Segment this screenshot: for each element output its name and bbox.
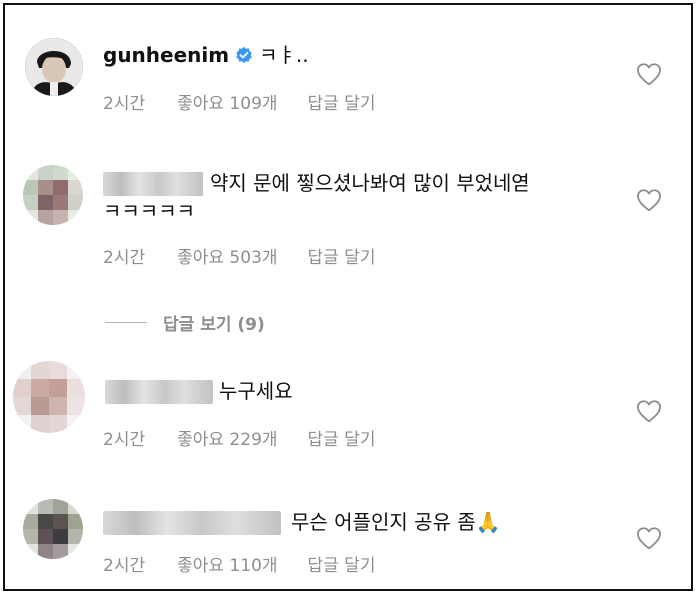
comment-line: gunheenim ㅋㅑ.. [103, 41, 309, 71]
timestamp[interactable]: 2시간 [103, 425, 145, 450]
avatar[interactable] [25, 38, 83, 96]
view-replies-button[interactable]: 답글 보기 (9) [105, 310, 265, 335]
likes-count[interactable]: 좋아요 503개 [177, 243, 277, 268]
avatar[interactable] [23, 165, 83, 225]
comment-text: 약지 문에 찧으셨나봐여 많이 부었네엳 [210, 171, 530, 195]
username[interactable] [103, 511, 281, 535]
likes-count[interactable]: 좋아요 109개 [177, 89, 277, 114]
likes-count[interactable]: 좋아요 229개 [177, 425, 277, 450]
reply-button[interactable]: 답글 달기 [308, 425, 376, 450]
comment-text: ㅋㅑ.. [259, 43, 309, 67]
comment-meta: 2시간 좋아요 110개 답글 달기 [103, 551, 376, 576]
timestamp[interactable]: 2시간 [103, 243, 145, 268]
heart-outline-icon[interactable] [636, 399, 662, 423]
reply-button[interactable]: 답글 달기 [308, 551, 376, 576]
timestamp[interactable]: 2시간 [103, 89, 145, 114]
username[interactable] [105, 380, 213, 404]
divider-line [105, 322, 147, 323]
comment-meta: 2시간 좋아요 229개 답글 달기 [103, 425, 376, 450]
avatar[interactable] [23, 499, 83, 559]
verified-badge-icon [235, 43, 253, 71]
username[interactable] [103, 172, 203, 196]
reply-button[interactable]: 답글 달기 [308, 243, 376, 268]
avatar[interactable] [13, 361, 85, 433]
comment-text-continued: ㅋㅋㅋㅋㅋ [103, 199, 195, 223]
username[interactable]: gunheenim [103, 43, 229, 67]
comment-meta: 2시간 좋아요 503개 답글 달기 [103, 243, 376, 268]
comment-text: 무슨 어플인지 공유 좀🙏 [291, 510, 501, 534]
comment-list: gunheenim ㅋㅑ.. 2시간 좋아요 109개 답글 달기 약지 문에 찧… [3, 3, 693, 591]
comment-meta: 2시간 좋아요 109개 답글 달기 [103, 89, 376, 114]
comment-text: 누구세요 [219, 379, 293, 403]
heart-outline-icon[interactable] [636, 62, 662, 86]
timestamp[interactable]: 2시간 [103, 551, 145, 576]
heart-outline-icon[interactable] [636, 188, 662, 212]
heart-outline-icon[interactable] [636, 526, 662, 550]
view-replies-label: 답글 보기 (9) [163, 315, 265, 335]
likes-count[interactable]: 좋아요 110개 [177, 551, 277, 576]
reply-button[interactable]: 답글 달기 [308, 89, 376, 114]
